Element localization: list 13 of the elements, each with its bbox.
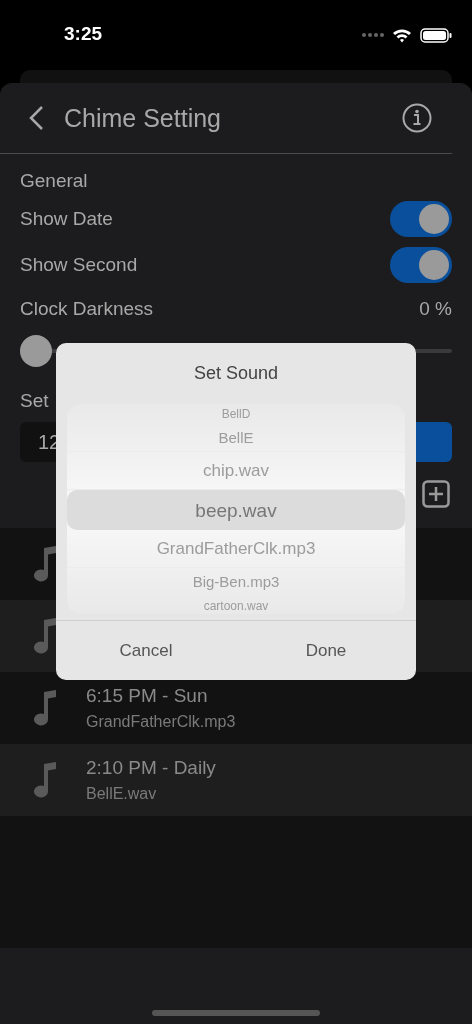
status-time: 3:25 [64, 23, 104, 45]
setting-label: Show Second [20, 254, 138, 276]
chime-sound: GrandFatherClk.mp3 [86, 713, 236, 731]
chime-time: 6:15 PM - Sun [86, 685, 209, 707]
dialog-title: Set Sound [192, 361, 280, 385]
chime-time: 2:10 PM - Daily [86, 757, 216, 779]
setting-label: Clock Darkness [20, 298, 154, 320]
section-heading: General [20, 169, 89, 193]
percent-value: 0 % [419, 298, 452, 320]
chime-sound: BellE.wav [86, 785, 158, 803]
screen-title: Chime Setting [64, 103, 223, 133]
setting-label: Show Date [20, 208, 113, 230]
section-heading: Set [20, 390, 49, 412]
